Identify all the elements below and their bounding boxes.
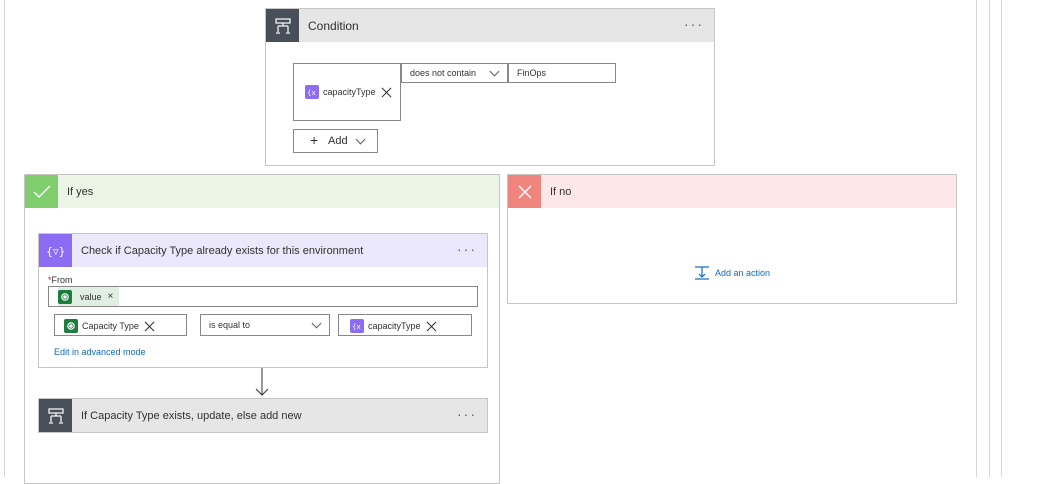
condition-header[interactable]: Condition ··· [266,9,714,42]
nested-condition-header[interactable]: If Capacity Type exists, update, else ad… [39,399,487,432]
add-button[interactable]: + Add [293,129,378,153]
plus-icon: + [310,132,319,148]
add-an-action-label: Add an action [715,268,771,278]
if-yes-label: If yes [67,185,94,198]
right-token-label: capacityType [368,321,421,331]
if-yes-branch: If yes {▿} Check if Capacity Type alread… [24,174,500,484]
cross-icon [508,175,541,208]
dataverse-icon [58,289,72,304]
condition-value: FinOps [517,68,547,78]
if-no-header[interactable]: If no [508,175,956,208]
from-label-row: *From [48,275,73,285]
condition-left-operand[interactable]: {x} capacityType [293,63,401,121]
filter-array-header[interactable]: {▿} Check if Capacity Type already exist… [39,234,487,267]
expression-icon: {x} [305,85,319,99]
filter-array-title: Check if Capacity Type already exists fo… [81,244,364,257]
token-label: capacityType [323,87,376,97]
chevron-down-icon [311,318,322,329]
canvas-left-border [4,0,5,477]
canvas-right-border [976,0,977,477]
filter-left-operand[interactable]: Capacity Type [54,314,187,336]
filter-operator-dropdown[interactable]: is equal to [200,314,330,336]
left-token-label: Capacity Type [82,321,139,331]
svg-text:{x}: {x} [307,89,317,96]
more-options-icon[interactable]: ··· [457,407,477,421]
value-token-label: value [80,291,102,302]
dataverse-icon [64,319,78,333]
remove-token-icon[interactable] [144,321,155,332]
canvas-scroll-line [989,0,990,477]
filter-array-card: {▿} Check if Capacity Type already exist… [38,233,488,368]
canvas-panel-line [1001,0,1002,477]
chevron-down-icon [355,134,366,145]
more-options-icon[interactable]: ··· [457,242,477,256]
capacity-type-field-token[interactable]: Capacity Type [64,316,155,336]
filter-right-operand[interactable]: {x} capacityType [338,314,472,336]
condition-title: Condition [308,18,359,33]
remove-token-icon[interactable] [381,87,392,98]
nested-condition-card[interactable]: If Capacity Type exists, update, else ad… [38,398,488,433]
if-yes-header[interactable]: If yes [25,175,499,208]
svg-text:{x}: {x} [352,323,362,330]
expression-icon: {▿} [39,234,72,267]
value-token[interactable]: value × [58,287,120,306]
remove-token-icon[interactable]: × [108,291,114,302]
remove-token-icon[interactable] [426,321,437,332]
add-label: Add [328,135,348,147]
nested-condition-title: If Capacity Type exists, update, else ad… [81,409,302,422]
condition-operator-dropdown[interactable]: does not contain [401,63,508,83]
svg-text:{▿}: {▿} [46,245,66,258]
chevron-down-icon [489,66,500,77]
operator-value: does not contain [410,68,477,78]
capacity-type-token[interactable]: {x} capacityType [305,82,392,102]
if-no-label: If no [550,185,572,198]
edit-advanced-mode-link[interactable]: Edit in advanced mode [54,347,146,357]
filter-operator-value: is equal to [209,320,251,330]
condition-icon [266,9,299,42]
if-no-branch: If no Add an action [507,174,957,304]
connector-arrow-icon [255,368,269,396]
from-label: From [51,275,73,285]
more-options-icon[interactable]: ··· [684,17,704,31]
condition-icon [39,399,72,432]
add-action-icon [695,266,709,280]
capacity-type-token[interactable]: {x} capacityType [350,316,437,336]
checkmark-icon [25,175,58,208]
condition-value-input[interactable]: FinOps [508,63,616,83]
add-an-action-button[interactable]: Add an action [694,265,770,281]
from-input[interactable]: value × [48,286,478,307]
expression-icon: {x} [350,319,364,333]
condition-card: Condition ··· {x} capacityType does not … [265,8,715,166]
